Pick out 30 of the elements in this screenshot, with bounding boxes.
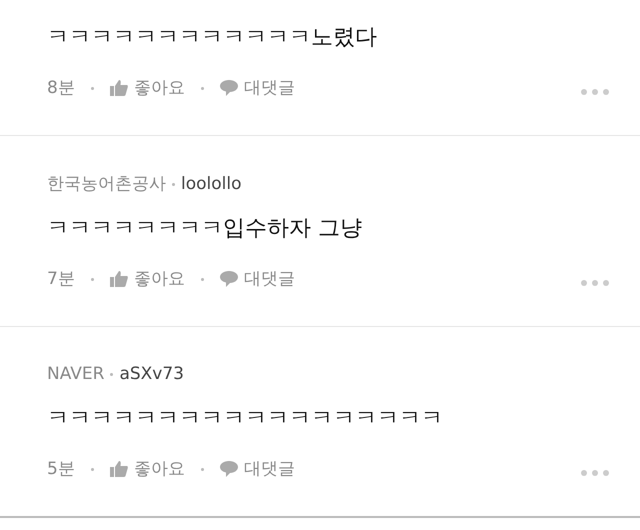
comment-author[interactable]: aSXv73 — [119, 362, 184, 388]
comment-time: 7분 — [47, 268, 75, 290]
like-button[interactable]: 좋아요 — [110, 456, 185, 482]
comment-source: 한국농어촌공사 — [47, 173, 166, 196]
thumbs-up-icon — [110, 461, 128, 478]
comment-time: 5분 — [47, 458, 75, 480]
comment-time: 8분 — [47, 76, 75, 100]
dot-icon — [200, 278, 204, 281]
reply-button[interactable]: 대댓글 — [220, 76, 295, 101]
dot-icon — [172, 183, 175, 186]
speech-bubble-icon — [220, 461, 238, 478]
comment-source: NAVER — [47, 363, 104, 386]
dot-icon — [200, 86, 204, 90]
comment-text: ㅋㅋㅋㅋㅋㅋㅋㅋ입수하자 그냥 — [47, 214, 363, 242]
thumbs-up-icon — [110, 271, 128, 288]
like-button[interactable]: 좋아요 — [110, 76, 185, 101]
speech-bubble-icon — [220, 80, 238, 96]
dot-icon — [90, 468, 94, 471]
speech-bubble-icon — [220, 271, 238, 288]
dot-icon — [90, 86, 94, 90]
reply-button[interactable]: 대댓글 — [220, 456, 295, 482]
comment-author[interactable]: loolollo — [181, 172, 242, 198]
comment-text: ㅋㅋㅋㅋㅋㅋㅋㅋㅋㅋㅋㅋㅋㅋㅋㅋㅋㅋ — [47, 404, 444, 432]
comment-text: ㅋㅋㅋㅋㅋㅋㅋㅋㅋㅋㅋㅋ노렸다 — [47, 24, 378, 52]
dot-icon — [110, 373, 114, 376]
dot-icon — [90, 278, 94, 281]
like-button[interactable]: 좋아요 — [110, 266, 185, 292]
dot-icon — [200, 468, 204, 471]
reply-button[interactable]: 대댓글 — [220, 266, 295, 292]
thumbs-up-icon — [110, 80, 128, 96]
